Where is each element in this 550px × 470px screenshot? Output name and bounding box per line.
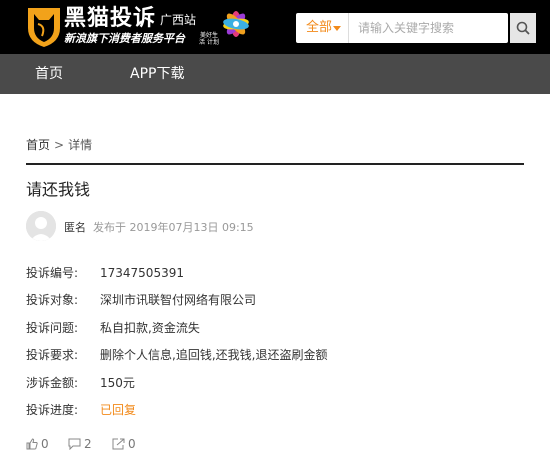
share-button[interactable]: 0 xyxy=(112,437,136,451)
station-label[interactable]: 广西站 xyxy=(160,11,196,28)
brand-slogan: 新浪旗下消费者服务平台 xyxy=(64,32,185,45)
field-value: 150元 xyxy=(100,376,135,390)
nav-app-download[interactable]: APP下载 xyxy=(130,54,184,94)
field-complaint-progress: 投诉进度: 已回复 xyxy=(26,401,136,418)
field-label: 投诉进度: xyxy=(26,403,79,417)
breadcrumb-home[interactable]: 首页 xyxy=(26,138,50,152)
default-avatar-icon xyxy=(26,211,56,241)
cat-shield-logo-icon[interactable] xyxy=(24,6,64,48)
search-input[interactable] xyxy=(350,13,508,43)
field-value: 私自扣款,资金流失 xyxy=(100,321,200,335)
field-label: 投诉问题: xyxy=(26,321,79,335)
nav-home[interactable]: 首页 xyxy=(35,54,63,94)
field-value: 17347505391 xyxy=(100,266,184,280)
share-icon xyxy=(112,438,125,450)
comment-icon xyxy=(68,438,81,451)
top-header: 黑猫投诉 新浪旗下消费者服务平台 广西站 美好生活 计划 全部 xyxy=(0,0,550,54)
field-label: 投诉要求: xyxy=(26,348,79,362)
main-nav: 首页 APP下载 xyxy=(0,54,550,94)
comment-button[interactable]: 2 xyxy=(68,437,92,451)
breadcrumb: 首页 > 详情 xyxy=(26,136,92,153)
breadcrumb-separator: > xyxy=(54,138,65,152)
field-complaint-target: 投诉对象: 深圳市讯联智付网络有限公司 xyxy=(26,291,256,308)
divider xyxy=(26,163,524,165)
field-label: 投诉编号: xyxy=(26,266,79,280)
comment-count: 2 xyxy=(84,437,92,451)
search-button[interactable] xyxy=(510,13,536,43)
search-box: 全部 xyxy=(296,13,508,43)
field-complaint-issue: 投诉问题: 私自扣款,资金流失 xyxy=(26,319,200,336)
partner-text: 美好生活 计划 xyxy=(199,32,219,46)
field-complaint-amount: 涉诉金额: 150元 xyxy=(26,374,135,391)
breadcrumb-current: 详情 xyxy=(68,138,93,152)
search-scope-dropdown[interactable]: 全部 xyxy=(296,13,349,43)
share-count: 0 xyxy=(128,437,136,451)
posted-time: 发布于 2019年07月13日 09:15 xyxy=(93,221,254,234)
avatar[interactable] xyxy=(26,211,56,241)
caret-down-icon xyxy=(333,26,341,31)
complaint-title: 请还我钱 xyxy=(26,180,91,199)
like-count: 0 xyxy=(41,437,49,451)
field-complaint-id: 投诉编号: 17347505391 xyxy=(26,264,184,281)
field-label: 涉诉金额: xyxy=(26,376,79,390)
thumbs-up-icon xyxy=(26,438,38,450)
field-value: 删除个人信息,追回钱,还我钱,退还盗刷金额 xyxy=(100,348,328,362)
field-label: 投诉对象: xyxy=(26,293,79,307)
field-value: 深圳市讯联智付网络有限公司 xyxy=(100,293,257,307)
search-scope-label: 全部 xyxy=(306,20,333,35)
search-icon xyxy=(516,21,530,35)
like-button[interactable]: 0 xyxy=(26,437,49,451)
author-name: 匿名 xyxy=(64,221,86,234)
field-complaint-demand: 投诉要求: 删除个人信息,追回钱,还我钱,退还盗刷金额 xyxy=(26,346,327,363)
status-badge: 已回复 xyxy=(100,403,137,417)
